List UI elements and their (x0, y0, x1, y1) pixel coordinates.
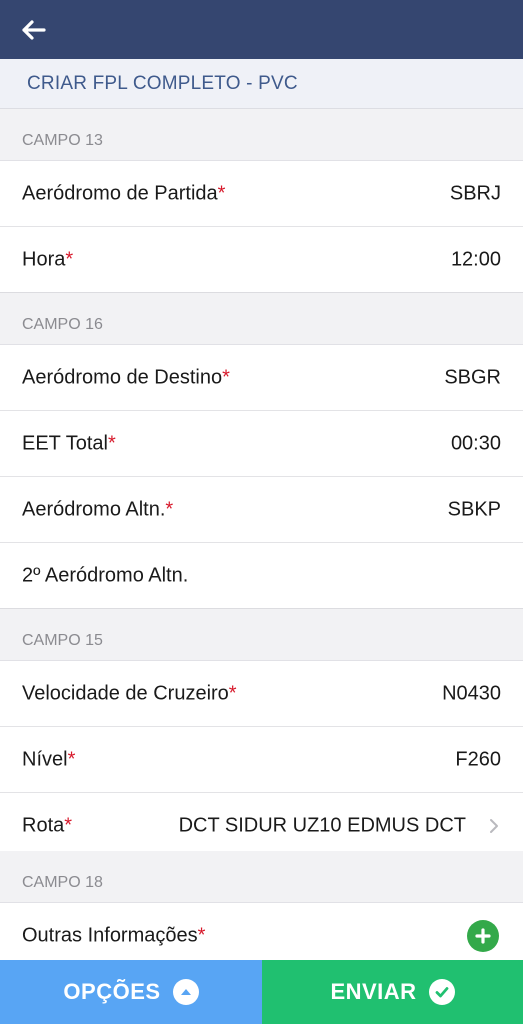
field-value: SBGR (444, 366, 501, 388)
send-label: ENVIAR (330, 979, 417, 1004)
field-label: Hora (22, 248, 66, 270)
field-value: SBRJ (449, 182, 501, 204)
route-field[interactable]: Rota* DCT SIDUR UZ10 EDMUS DCT (0, 793, 523, 859)
section-header: CAMPO 13 (0, 109, 523, 161)
field-value: 12:00 (450, 248, 501, 270)
options-label: OPÇÕES (63, 979, 161, 1004)
field-label: Aeródromo de Destino (22, 366, 223, 388)
required-marker: * (165, 498, 174, 520)
check-circle-icon (428, 979, 455, 1005)
required-marker: * (67, 748, 76, 770)
send-button[interactable]: ENVIAR (262, 960, 523, 1024)
required-marker: * (64, 814, 73, 836)
chevron-right-icon (490, 818, 498, 833)
cruise-speed-field[interactable]: Velocidade de Cruzeiro* N0430 (0, 661, 523, 727)
field-value: 00:30 (450, 432, 501, 454)
back-button[interactable] (20, 14, 60, 46)
section-header: CAMPO 18 (0, 851, 523, 903)
section-header: CAMPO 15 (0, 609, 523, 661)
required-marker: * (217, 182, 226, 204)
field-label: EET Total (22, 432, 108, 454)
field-label: Velocidade de Cruzeiro (22, 682, 229, 704)
field-label: Aeródromo de Partida (22, 182, 218, 204)
second-alternate-aerodrome-field[interactable]: 2º Aeródromo Altn. (0, 543, 523, 609)
field-label: Outras Informações (22, 924, 198, 946)
required-marker: * (65, 248, 74, 270)
add-other-information-button[interactable] (467, 919, 499, 952)
time-field[interactable]: Hora* 12:00 (0, 227, 523, 293)
field-value: SBKP (447, 498, 501, 520)
field-value: F260 (455, 748, 501, 770)
options-button[interactable]: OPÇÕES (0, 960, 262, 1024)
destination-aerodrome-field[interactable]: Aeródromo de Destino* SBGR (0, 345, 523, 411)
field-label: Rota (22, 814, 65, 836)
field-value: N0430 (442, 682, 501, 704)
section-header: CAMPO 16 (0, 293, 523, 345)
required-marker: * (197, 924, 206, 946)
level-field[interactable]: Nível* F260 (0, 727, 523, 793)
required-marker: * (228, 682, 237, 704)
bottom-action-bar: OPÇÕES ENVIAR (0, 960, 523, 1024)
section-campo-15: CAMPO 15 Velocidade de Cruzeiro* N0430 N… (0, 609, 523, 859)
eet-total-field[interactable]: EET Total* 00:30 (0, 411, 523, 477)
plus-icon (475, 927, 491, 944)
page-title: CRIAR FPL COMPLETO - PVC (27, 73, 298, 94)
departure-aerodrome-field[interactable]: Aeródromo de Partida* SBRJ (0, 161, 523, 227)
section-campo-18: CAMPO 18 Outras Informações* (0, 851, 523, 969)
section-campo-13: CAMPO 13 Aeródromo de Partida* SBRJ Hora… (0, 109, 523, 293)
section-campo-16: CAMPO 16 Aeródromo de Destino* SBGR EET … (0, 293, 523, 609)
field-label: 2º Aeródromo Altn. (22, 564, 189, 586)
alternate-aerodrome-field[interactable]: Aeródromo Altn.* SBKP (0, 477, 523, 543)
field-label: Aeródromo Altn. (22, 498, 166, 520)
route-value: DCT SIDUR UZ10 EDMUS DCT (178, 814, 466, 836)
arrow-left-icon (22, 20, 46, 40)
required-marker: * (222, 366, 230, 388)
field-label: Nível (22, 748, 68, 770)
page-title-bar: CRIAR FPL COMPLETO - PVC (0, 59, 523, 109)
required-marker: * (107, 432, 116, 454)
top-nav-bar (0, 0, 523, 59)
chevron-up-circle-icon (172, 979, 199, 1005)
